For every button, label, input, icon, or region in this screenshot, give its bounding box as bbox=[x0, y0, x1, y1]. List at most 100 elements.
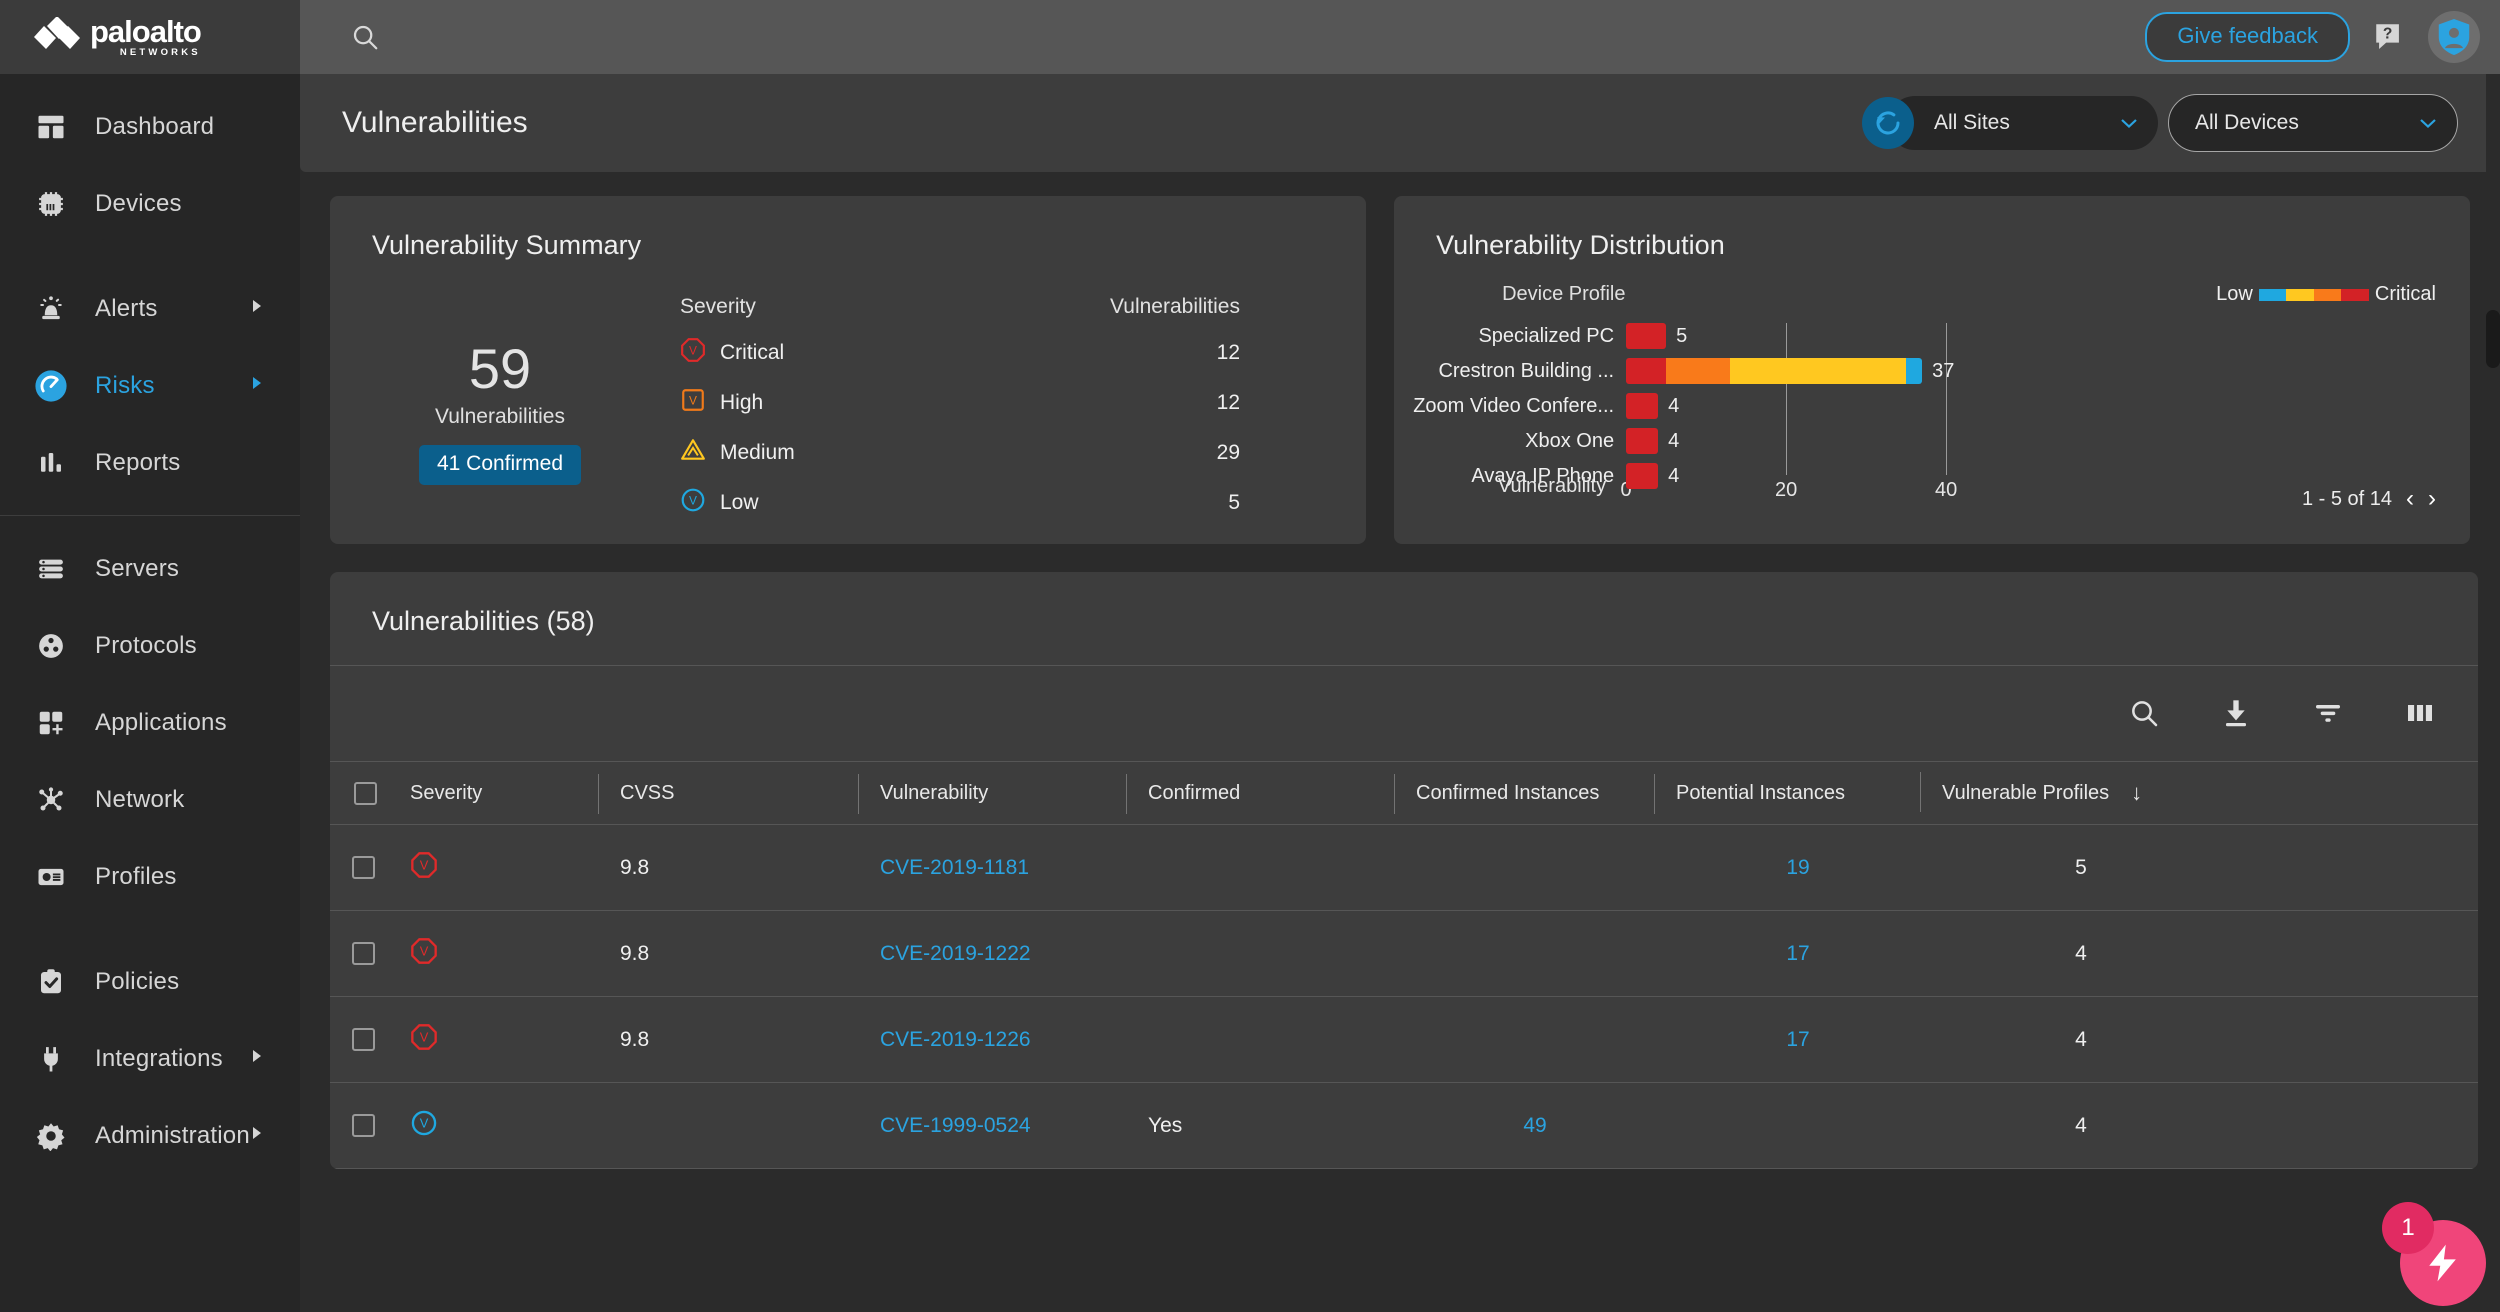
search-icon[interactable] bbox=[2128, 697, 2162, 731]
sidebar-item-applications[interactable]: Applications bbox=[0, 684, 300, 761]
help-question-icon[interactable]: ? bbox=[2372, 20, 2406, 54]
global-search-button[interactable] bbox=[348, 20, 382, 54]
vulnerability-link[interactable]: CVE-2019-1226 bbox=[880, 1028, 1031, 1052]
bar-seg-low bbox=[1906, 358, 1923, 384]
column-header-severity[interactable]: Severity bbox=[388, 782, 598, 805]
row-checkbox[interactable] bbox=[330, 942, 388, 965]
row-severity: V bbox=[388, 1023, 598, 1057]
site-filter-select[interactable]: All Sites bbox=[1888, 96, 2158, 150]
row-potential-instances: 19 bbox=[1654, 856, 1920, 880]
chart-y-axis-title: Device Profile bbox=[1502, 283, 1626, 305]
table-row[interactable]: V 9.8 CVE-2019-1226 17 4 bbox=[330, 997, 2478, 1083]
checkbox[interactable] bbox=[354, 781, 377, 805]
chevron-right-icon[interactable]: › bbox=[2428, 485, 2436, 513]
sidebar-item-alerts[interactable]: Alerts bbox=[0, 270, 300, 347]
scrollbar-thumb[interactable] bbox=[2486, 310, 2500, 368]
row-potential-instances: 17 bbox=[1654, 1028, 1920, 1052]
potential-instances-link[interactable]: 19 bbox=[1786, 856, 1809, 880]
chart-bar-category: Specialized PC bbox=[1478, 324, 1615, 347]
chart-pagination: 1 - 5 of 14 ‹ › bbox=[2302, 485, 2436, 513]
vulnerability-link[interactable]: CVE-1999-0524 bbox=[880, 1114, 1031, 1138]
row-cvss: 9.8 bbox=[620, 941, 650, 965]
column-header-confirmed-instances[interactable]: Confirmed Instances bbox=[1394, 773, 1654, 814]
refresh-button[interactable] bbox=[1862, 97, 1914, 149]
row-checkbox[interactable] bbox=[330, 856, 388, 879]
medium-triangle-icon bbox=[680, 437, 706, 469]
sidebar-item-integrations[interactable]: Integrations bbox=[0, 1020, 300, 1097]
checkbox[interactable] bbox=[352, 856, 375, 879]
summary-cards-row: Vulnerability Summary 59 Vulnerabilities… bbox=[300, 172, 2500, 544]
chevron-right-icon bbox=[251, 298, 263, 319]
row-vulnerability: CVE-2019-1222 bbox=[858, 942, 1126, 966]
download-icon[interactable] bbox=[2220, 697, 2254, 731]
severity-row-critical[interactable]: V Critical 12 bbox=[680, 337, 1240, 368]
potential-instances-link[interactable]: 17 bbox=[1786, 942, 1809, 966]
checkbox[interactable] bbox=[352, 1114, 375, 1137]
row-checkbox[interactable] bbox=[330, 1114, 388, 1137]
table-row[interactable]: V 9.8 CVE-2019-1222 17 4 bbox=[330, 911, 2478, 997]
table-row[interactable]: V 9.8 CVE-2019-1181 19 5 bbox=[330, 825, 2478, 911]
severity-column-header: Severity bbox=[680, 295, 756, 318]
column-header-vulnerable-profiles[interactable]: Vulnerable Profiles ↓ bbox=[1920, 772, 2220, 812]
columns-icon[interactable] bbox=[2404, 697, 2438, 731]
table-row[interactable]: V CVE-1999-0524 Yes 49 4 bbox=[330, 1083, 2478, 1169]
chart-bar-total: 4 bbox=[1668, 394, 1680, 417]
chart-bar-row[interactable]: Zoom Video Confere... 4 bbox=[1394, 393, 1679, 419]
sidebar-item-label: Policies bbox=[95, 967, 180, 995]
sort-descending-arrow-icon[interactable]: ↓ bbox=[2131, 780, 2142, 806]
page-scrollbar[interactable] bbox=[2486, 74, 2500, 1312]
column-header-cvss[interactable]: CVSS bbox=[598, 773, 858, 814]
chevron-left-icon[interactable]: ‹ bbox=[2406, 485, 2414, 513]
sidebar-item-risks[interactable]: Risks bbox=[0, 347, 300, 424]
sidebar-item-label: Risks bbox=[95, 371, 155, 399]
select-all-checkbox[interactable] bbox=[330, 781, 388, 805]
sidebar-item-label: Integrations bbox=[95, 1044, 223, 1072]
chevron-down-icon bbox=[2120, 111, 2138, 135]
chart-bar-stack bbox=[1626, 463, 1659, 489]
fab-badge-count: 1 bbox=[2382, 1202, 2434, 1254]
confirmed-badge[interactable]: 41 Confirmed bbox=[418, 445, 582, 485]
column-header-vulnerability[interactable]: Vulnerability bbox=[858, 773, 1126, 814]
chart-bar-row[interactable]: Crestron Building ... 37 bbox=[1394, 358, 1954, 384]
column-header-confirmed[interactable]: Confirmed bbox=[1126, 773, 1394, 814]
sidebar-item-servers[interactable]: Servers bbox=[0, 530, 300, 607]
sidebar-item-label: Devices bbox=[95, 189, 182, 217]
severity-row-medium[interactable]: Medium 29 bbox=[680, 437, 1240, 468]
chart-bar-row[interactable]: Specialized PC 5 bbox=[1394, 323, 1687, 349]
row-checkbox[interactable] bbox=[330, 1028, 388, 1051]
vulnerability-link[interactable]: CVE-2019-1222 bbox=[880, 942, 1031, 966]
sidebar-item-protocols[interactable]: Protocols bbox=[0, 607, 300, 684]
filter-icon[interactable] bbox=[2312, 697, 2346, 731]
quick-actions-fab[interactable]: 1 bbox=[2382, 1202, 2486, 1306]
row-vulnerability: CVE-1999-0524 bbox=[858, 1114, 1126, 1138]
total-count: 59 bbox=[468, 337, 532, 400]
summary-card-title: Vulnerability Summary bbox=[372, 230, 642, 260]
plug-icon bbox=[34, 1042, 68, 1076]
chart-bar-row[interactable]: Xbox One 4 bbox=[1394, 428, 1679, 454]
sidebar-item-policies[interactable]: Policies bbox=[0, 943, 300, 1020]
checkbox[interactable] bbox=[352, 1028, 375, 1051]
column-header-potential-instances[interactable]: Potential Instances bbox=[1654, 773, 1920, 814]
device-filter-select[interactable]: All Devices bbox=[2168, 94, 2458, 152]
clipboard-check-icon bbox=[34, 965, 68, 999]
device-filter-value: All Devices bbox=[2195, 111, 2299, 134]
sidebar-item-dashboard[interactable]: Dashboard bbox=[0, 88, 300, 165]
sidebar-item-profiles[interactable]: Profiles bbox=[0, 838, 300, 915]
brand-logo[interactable]: paloalto NETWORKS bbox=[0, 0, 300, 74]
severity-row-high[interactable]: V High 12 bbox=[680, 387, 1240, 418]
checkbox[interactable] bbox=[352, 942, 375, 965]
dashboard-grid-icon bbox=[34, 110, 68, 144]
sidebar-item-administration[interactable]: Administration bbox=[0, 1097, 300, 1174]
site-filter-value: All Sites bbox=[1934, 111, 2010, 134]
severity-row-low[interactable]: V Low 5 bbox=[680, 487, 1240, 518]
avatar[interactable] bbox=[2428, 11, 2480, 63]
sidebar-item-network[interactable]: Network bbox=[0, 761, 300, 838]
paloalto-logo-mark bbox=[34, 17, 80, 57]
vulnerability-link[interactable]: CVE-2019-1181 bbox=[880, 856, 1029, 880]
sidebar-item-reports[interactable]: Reports bbox=[0, 424, 300, 501]
confirmed-instances-link[interactable]: 49 bbox=[1523, 1114, 1546, 1138]
potential-instances-link[interactable]: 17 bbox=[1786, 1028, 1809, 1052]
sidebar-item-devices[interactable]: Devices bbox=[0, 165, 300, 242]
give-feedback-button[interactable]: Give feedback bbox=[2145, 12, 2350, 62]
low-circle-icon: V bbox=[410, 1109, 438, 1143]
